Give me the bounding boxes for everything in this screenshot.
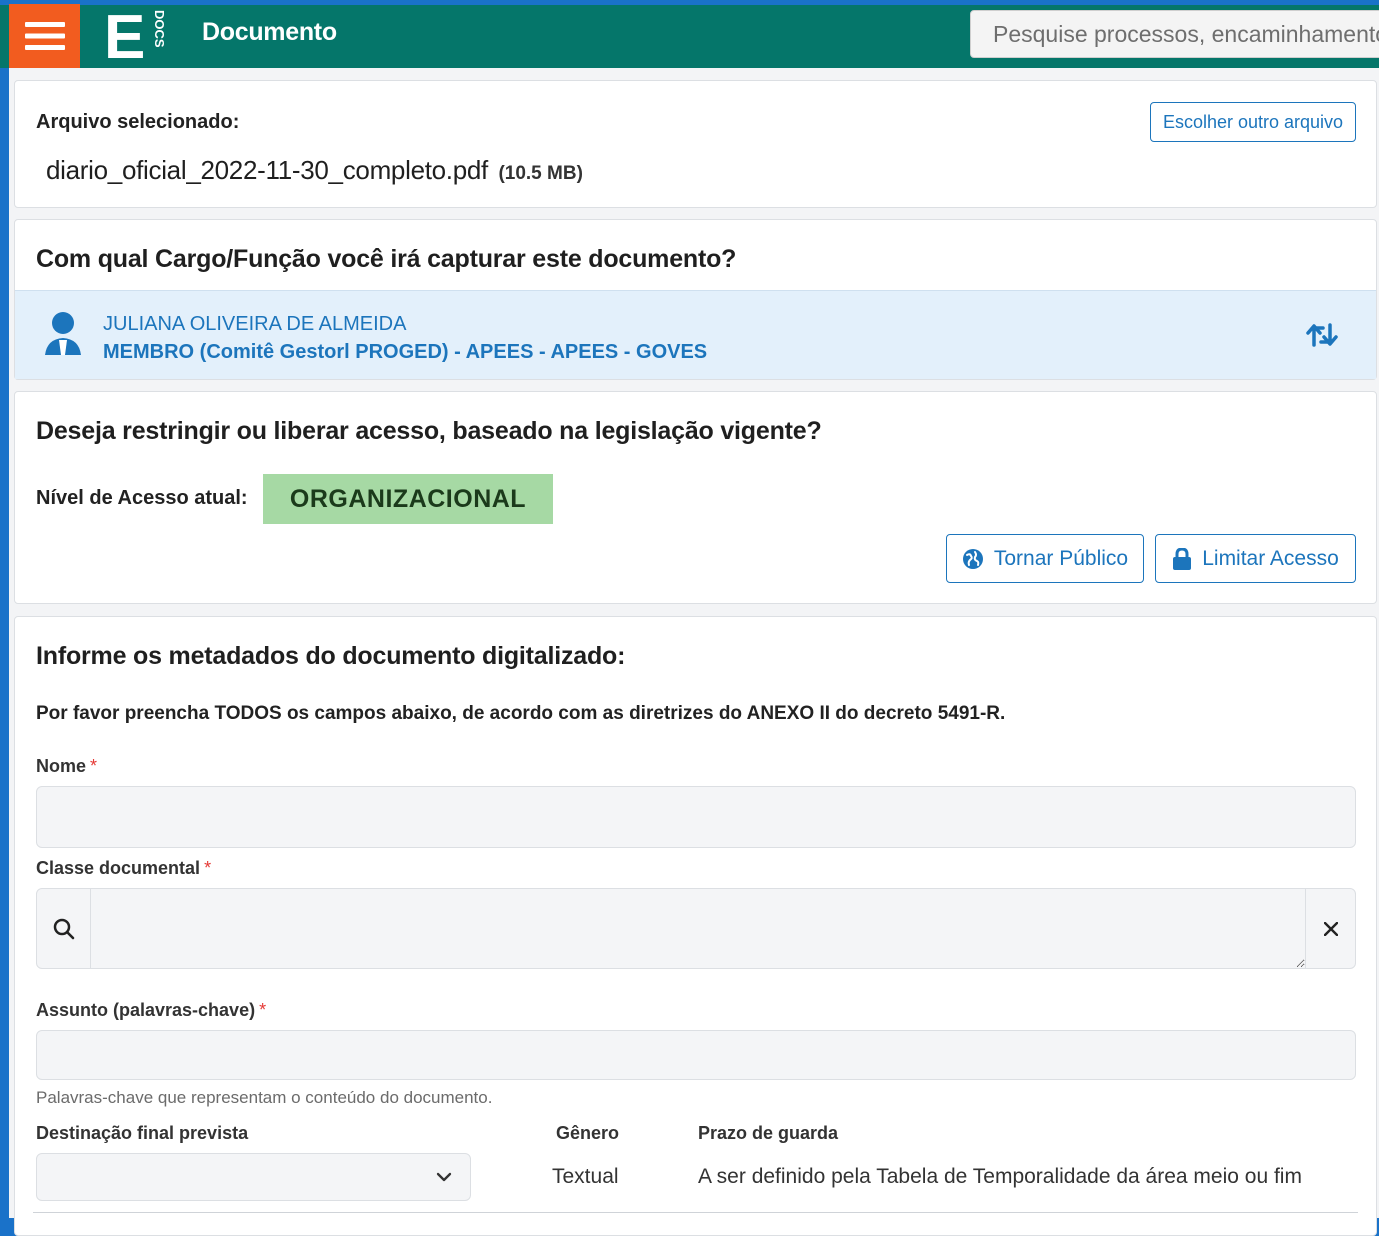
nome-label: Nome * [36, 756, 98, 776]
role-card: Com qual Cargo/Função você irá capturar … [14, 219, 1377, 380]
user-icon [45, 312, 81, 355]
switch-role-icon[interactable] [1305, 322, 1339, 348]
genero-label: Gênero [556, 1123, 620, 1143]
page-title: Documento [202, 18, 337, 46]
file-name: diario_oficial_2022-11-30_completo.pdf [46, 155, 488, 185]
edocs-logo[interactable]: E DOCS [104, 4, 164, 64]
svg-text:E: E [104, 4, 145, 64]
classe-search-addon [37, 889, 91, 968]
file-card: Arquivo selecionado: diario_oficial_2022… [14, 80, 1377, 208]
access-card: Deseja restringir ou liberar acesso, bas… [14, 391, 1377, 604]
classe-label: Classe documental * [36, 858, 212, 878]
limit-access-button[interactable]: Limitar Acesso [1155, 534, 1356, 583]
metadata-instructions: Por favor preencha TODOS os campos abaix… [36, 703, 1006, 724]
access-question: Deseja restringir ou liberar acesso, bas… [36, 417, 822, 445]
classe-input[interactable] [91, 889, 1306, 968]
left-strip [0, 68, 9, 1218]
classe-field [36, 888, 1356, 969]
make-public-button[interactable]: Tornar Público [946, 534, 1144, 583]
prazo-value: A ser definido pela Tabela de Temporalid… [698, 1165, 1302, 1188]
role-person-name: JULIANA OLIVEIRA DE ALMEIDA [103, 313, 407, 335]
access-level-label: Nível de Acesso atual: [36, 487, 248, 509]
close-icon [1324, 921, 1338, 936]
nome-input[interactable] [36, 786, 1356, 848]
search-input[interactable] [970, 10, 1379, 58]
make-public-label: Tornar Público [993, 546, 1129, 570]
top-strip [0, 0, 1379, 5]
metadata-title: Informe os metadados do documento digita… [36, 642, 626, 670]
divider [33, 1212, 1358, 1213]
lock-icon [1173, 547, 1192, 570]
chevron-down-icon [436, 1172, 452, 1182]
assunto-label: Assunto (palavras-chave) * [36, 1000, 267, 1020]
menu-button[interactable] [9, 4, 80, 68]
destinacao-label: Destinação final prevista [36, 1123, 249, 1143]
assunto-input[interactable] [36, 1030, 1356, 1080]
classe-clear-button[interactable] [1307, 889, 1355, 968]
prazo-label: Prazo de guarda [698, 1123, 839, 1143]
metadata-card: Informe os metadados do documento digita… [14, 616, 1377, 1236]
globe-icon [962, 548, 983, 569]
file-size: (10.5 MB) [498, 163, 583, 184]
role-selector[interactable]: JULIANA OLIVEIRA DE ALMEIDA MEMBRO (Comi… [15, 290, 1376, 379]
search-icon [53, 918, 74, 939]
assunto-help-text: Palavras-chave que representam o conteúd… [36, 1088, 493, 1107]
hamburger-icon [24, 22, 65, 50]
access-level-badge: ORGANIZACIONAL [263, 474, 553, 524]
genero-value: Textual [552, 1165, 619, 1188]
role-question: Com qual Cargo/Função você irá capturar … [36, 245, 737, 273]
file-label: Arquivo selecionado: [36, 111, 240, 133]
limit-access-label: Limitar Acesso [1202, 546, 1339, 570]
svg-text:DOCS: DOCS [152, 10, 164, 48]
destinacao-select[interactable] [36, 1153, 471, 1201]
role-position: MEMBRO (Comitê Gestorl PROGED) - APEES -… [103, 341, 708, 363]
file-info: diario_oficial_2022-11-30_completo.pdf (… [46, 155, 583, 186]
top-bar: E DOCS Documento [0, 0, 1379, 68]
choose-another-file-button[interactable]: Escolher outro arquivo [1150, 102, 1356, 142]
main-content: Arquivo selecionado: diario_oficial_2022… [9, 68, 1379, 1236]
